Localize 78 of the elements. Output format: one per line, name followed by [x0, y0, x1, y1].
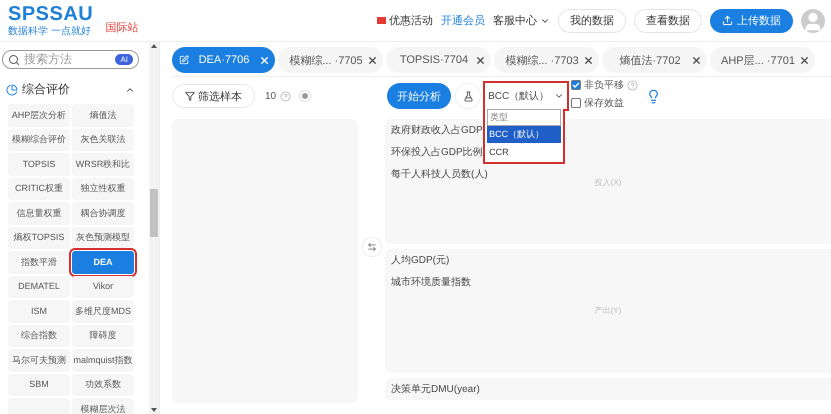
method-item[interactable]: 综合指数	[8, 324, 70, 347]
search-icon	[8, 54, 20, 66]
method-item[interactable]: AHP层次分析	[8, 104, 70, 126]
promo-link[interactable]: 优惠活动	[389, 13, 433, 28]
pie-chart-icon	[6, 84, 18, 96]
slogan: 数据科学 一点就好	[8, 24, 92, 38]
close-icon[interactable]	[475, 54, 486, 66]
tab[interactable]: 模糊综... ·7705	[278, 47, 383, 73]
check-icon	[572, 81, 580, 89]
model-select[interactable]: BCC（默认）	[485, 83, 568, 109]
method-item[interactable]: TOPSIS	[8, 153, 70, 176]
method-item[interactable]: 灰色预测模型	[72, 226, 134, 249]
checkbox-label: 保存效益	[584, 97, 624, 110]
ai-badge[interactable]: AI	[115, 54, 133, 65]
vip-link[interactable]: 开通会员	[441, 13, 485, 28]
method-item[interactable]: WRSR秩和比	[72, 153, 134, 176]
method-item[interactable]: 模糊综合评价	[8, 128, 70, 151]
swap-icon[interactable]	[362, 236, 382, 256]
tab[interactable]: 熵值法·7702	[602, 47, 707, 73]
radio-icon[interactable]	[299, 90, 312, 102]
method-item[interactable]: 多维尺度MDS	[72, 300, 134, 322]
header-button[interactable]: 我的数据	[558, 8, 626, 32]
dropdown-option[interactable]: 类型	[487, 109, 562, 126]
panel-hint: 投入(X)	[594, 177, 622, 188]
method-item[interactable]: ISM	[8, 300, 70, 322]
method-item[interactable]: 信息量权重	[8, 202, 70, 224]
checkbox[interactable]	[571, 98, 582, 108]
method-item[interactable]: 熵值法	[72, 104, 134, 126]
method-item[interactable]: 耦合协调度	[72, 202, 134, 224]
logo[interactable]: SPSSAU	[8, 4, 94, 24]
variable-label[interactable]: 政府财政收入占GDP	[391, 123, 483, 137]
variable-label[interactable]: 每千人科技人员数(人)	[391, 167, 488, 181]
method-item[interactable]: 功效系数	[72, 374, 134, 396]
tab[interactable]: DEA·7706	[172, 47, 275, 73]
intl-link[interactable]: 国际站	[105, 20, 138, 35]
method-item[interactable]: 独立性权重	[72, 178, 134, 200]
section-title[interactable]: 综合评价	[22, 81, 70, 98]
close-icon[interactable]	[690, 54, 702, 66]
flag-icon	[377, 17, 386, 24]
close-icon[interactable]	[258, 54, 270, 66]
method-item[interactable]: Vikor	[72, 276, 134, 298]
method-item[interactable]: 指数平滑	[8, 251, 70, 274]
method-item[interactable]: CRITIC权重	[8, 178, 70, 200]
checkbox[interactable]	[571, 80, 582, 90]
method-item[interactable]: 灰色关联法	[72, 128, 134, 151]
method-item[interactable]: DEA	[72, 251, 134, 274]
method-item[interactable]: 马尔可夫预测	[8, 349, 70, 372]
filter-icon	[185, 91, 195, 101]
tab[interactable]: TOPSIS·7704	[386, 47, 491, 73]
close-icon[interactable]	[366, 54, 378, 66]
variable-label[interactable]: 决策单元DMU(year)	[391, 382, 480, 396]
tab[interactable]: 模糊综... ·7703	[494, 47, 599, 73]
flask-icon[interactable]	[455, 83, 482, 109]
close-icon[interactable]	[798, 54, 810, 66]
run-button[interactable]: 开始分析	[387, 83, 452, 109]
close-icon[interactable]	[582, 54, 594, 66]
variable-label[interactable]: 城市环境质量指数	[391, 275, 471, 289]
header-button[interactable]: 上传数据	[710, 8, 793, 32]
panel-hint: 产出(Y)	[594, 305, 622, 316]
method-item[interactable]: 障碍度	[72, 324, 134, 347]
search-field[interactable]: 搜索方法 AI	[2, 50, 139, 69]
method-item[interactable]: 熵权TOPSIS	[8, 226, 70, 249]
upload-icon	[722, 15, 733, 26]
service-menu[interactable]: 客服中心	[493, 13, 537, 28]
method-item[interactable]: malmquist指数	[72, 349, 134, 372]
sample-count: 10	[265, 90, 276, 102]
scrollbar[interactable]	[149, 42, 159, 414]
method-item[interactable]: SBM	[8, 374, 70, 396]
variable-label[interactable]: 人均GDP(元)	[391, 253, 450, 267]
variable-label[interactable]: 环保投入占GDP比例	[391, 145, 483, 159]
method-item[interactable]: DEMATEL	[8, 276, 70, 298]
dropdown-option[interactable]: BCC（默认）	[487, 126, 562, 143]
header-button[interactable]: 查看数据	[634, 8, 702, 32]
edit-icon	[179, 55, 189, 65]
checkbox-label: 非负平移	[584, 78, 624, 92]
tab[interactable]: AHP层... ·7701	[710, 47, 815, 73]
filter-button[interactable]: 筛选样本	[172, 84, 255, 108]
method-item[interactable]: 模糊层次法	[72, 398, 134, 414]
